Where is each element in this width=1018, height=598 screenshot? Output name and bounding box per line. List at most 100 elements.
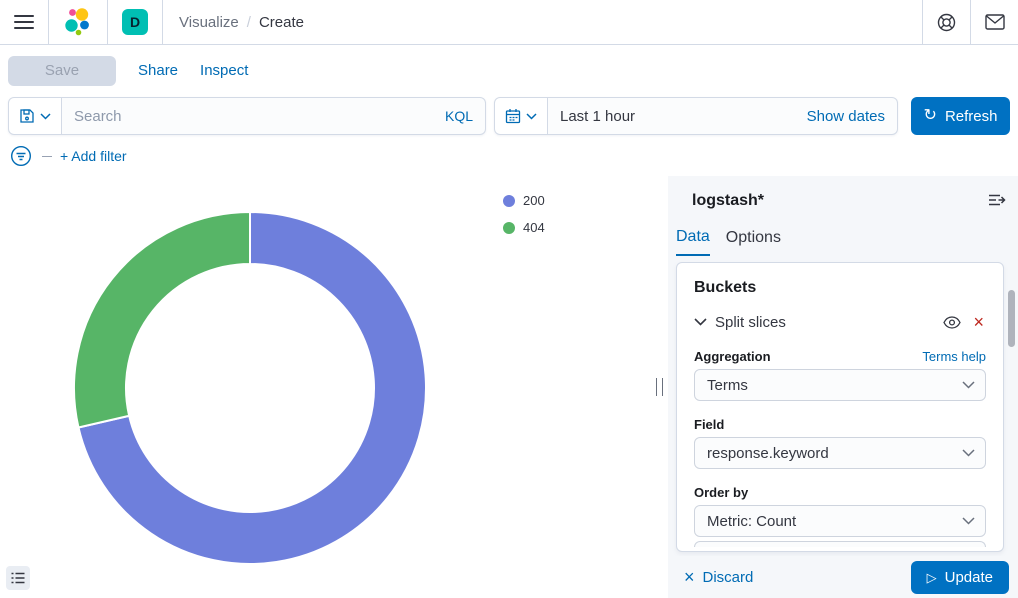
terms-help-link[interactable]: Terms help — [922, 349, 986, 364]
eye-icon — [943, 316, 961, 329]
save-button[interactable]: Save — [8, 56, 116, 86]
legend-dot-200 — [503, 195, 515, 207]
legend-label: 404 — [523, 220, 545, 235]
quick-select-button[interactable] — [494, 97, 548, 135]
envelope-icon — [985, 14, 1005, 30]
bucket-type-label[interactable]: Split slices — [715, 314, 933, 331]
legend-item-404[interactable]: 404 — [503, 220, 545, 235]
help-button[interactable] — [922, 0, 970, 44]
search-input-wrap: KQL — [62, 97, 486, 135]
show-dates-button[interactable]: Show dates — [807, 108, 885, 125]
order-by-label: Order by — [694, 485, 748, 500]
field-value: response.keyword — [707, 445, 829, 462]
cross-icon: × — [684, 568, 695, 586]
filter-options-button[interactable] — [8, 145, 34, 167]
save-query-icon — [19, 108, 35, 124]
filter-bar: + Add filter — [0, 136, 1018, 176]
elastic-logo-icon — [63, 6, 93, 38]
menu-right-icon — [988, 192, 1006, 208]
legend-item-200[interactable]: 200 — [503, 193, 545, 208]
legend-label: 200 — [523, 193, 545, 208]
elastic-logo[interactable] — [49, 0, 108, 44]
chevron-down-icon — [962, 381, 975, 389]
editor-sidebar: logstash* Data Options Buckets Split sl — [668, 176, 1018, 598]
action-toolbar: Save Share Inspect — [0, 45, 1018, 96]
date-range-wrap: Last 1 hour Show dates — [548, 97, 898, 135]
editor-header: logstash* — [668, 176, 1018, 210]
menu-button[interactable] — [14, 15, 34, 29]
chevron-down-icon — [962, 517, 975, 525]
discard-button[interactable]: × Discard — [684, 568, 753, 586]
share-button[interactable]: Share — [138, 62, 178, 79]
editor-tabs: Data Options — [668, 210, 1018, 256]
remove-bucket-button[interactable]: × — [971, 313, 986, 331]
filter-icon — [10, 145, 32, 167]
order-by-group: Order by Metric: Count — [694, 485, 986, 537]
update-label: Update — [945, 569, 993, 586]
list-icon — [11, 572, 25, 584]
kibana-visualize-app: D Visualize / Create Save Share Inspect — [0, 0, 1018, 598]
breadcrumb-create: Create — [259, 14, 304, 31]
inspect-button[interactable]: Inspect — [200, 62, 248, 79]
donut-chart — [0, 176, 660, 598]
time-range-value[interactable]: Last 1 hour — [548, 108, 635, 125]
chart-legend: 200 404 — [503, 193, 545, 235]
refresh-button[interactable]: ↻ Refresh — [911, 97, 1010, 135]
aggregation-group: Aggregation Terms help Terms — [694, 349, 986, 401]
buckets-title: Buckets — [694, 279, 986, 297]
index-pattern-title: logstash* — [692, 192, 764, 209]
add-filter-button[interactable]: + Add filter — [60, 148, 127, 164]
search-input[interactable] — [62, 98, 485, 134]
refresh-icon: ↻ — [924, 108, 937, 124]
content-area: 200 404 logstash* — [0, 176, 1018, 598]
breadcrumb-visualize[interactable]: Visualize — [179, 14, 239, 31]
newsfeed-button[interactable] — [970, 0, 1018, 44]
search-group: KQL — [8, 97, 486, 135]
hamburger-icon — [14, 15, 34, 29]
query-bar: KQL Last 1 hour Show dates ↻ Refresh — [0, 96, 1018, 136]
donut-slice-404[interactable] — [74, 212, 250, 427]
order-by-value: Metric: Count — [707, 513, 796, 530]
field-label: Field — [694, 417, 724, 432]
breadcrumb: Visualize / Create — [163, 0, 304, 44]
legend-dot-404 — [503, 222, 515, 234]
toggle-visibility-button[interactable] — [941, 316, 963, 329]
tab-options[interactable]: Options — [726, 228, 781, 256]
tab-data[interactable]: Data — [676, 228, 710, 256]
date-picker-group: Last 1 hour Show dates — [494, 97, 898, 135]
play-icon: ▷ — [927, 571, 937, 584]
header-spacer — [304, 0, 922, 44]
editor-footer: × Discard ▷ Update — [668, 556, 1018, 598]
panel-resizer[interactable] — [650, 176, 668, 598]
resizer-grip-icon — [656, 378, 663, 396]
space-badge: D — [122, 9, 148, 35]
chevron-down-icon — [526, 113, 537, 120]
aggregation-value: Terms — [707, 377, 748, 394]
clipped-next-control — [694, 541, 986, 547]
space-avatar[interactable]: D — [108, 0, 163, 44]
refresh-label: Refresh — [945, 108, 998, 125]
order-by-select[interactable]: Metric: Count — [694, 505, 986, 537]
buckets-card: Buckets Split slices × — [676, 262, 1004, 552]
breadcrumb-separator: / — [247, 14, 251, 31]
query-language-switcher[interactable]: KQL — [445, 108, 473, 124]
header-bar: D Visualize / Create — [0, 0, 1018, 45]
editor-scrollbar[interactable] — [1008, 290, 1015, 347]
filter-divider — [42, 156, 52, 157]
split-slices-row: Split slices × — [694, 313, 986, 331]
aggregation-select[interactable]: Terms — [694, 369, 986, 401]
discard-label: Discard — [703, 569, 754, 586]
field-select[interactable]: response.keyword — [694, 437, 986, 469]
aggregation-label: Aggregation — [694, 349, 771, 364]
collapse-sidebar-button[interactable] — [988, 192, 1006, 208]
calendar-icon — [505, 108, 521, 124]
legend-toggle-button[interactable] — [6, 566, 30, 590]
accordion-chevron-icon[interactable] — [694, 318, 707, 326]
saved-query-button[interactable] — [8, 97, 62, 135]
lifebuoy-icon — [937, 13, 956, 32]
field-group: Field response.keyword — [694, 417, 986, 469]
chevron-down-icon — [40, 113, 51, 120]
visualization-panel: 200 404 — [0, 176, 660, 598]
update-button[interactable]: ▷ Update — [911, 561, 1009, 594]
chevron-down-icon — [962, 449, 975, 457]
